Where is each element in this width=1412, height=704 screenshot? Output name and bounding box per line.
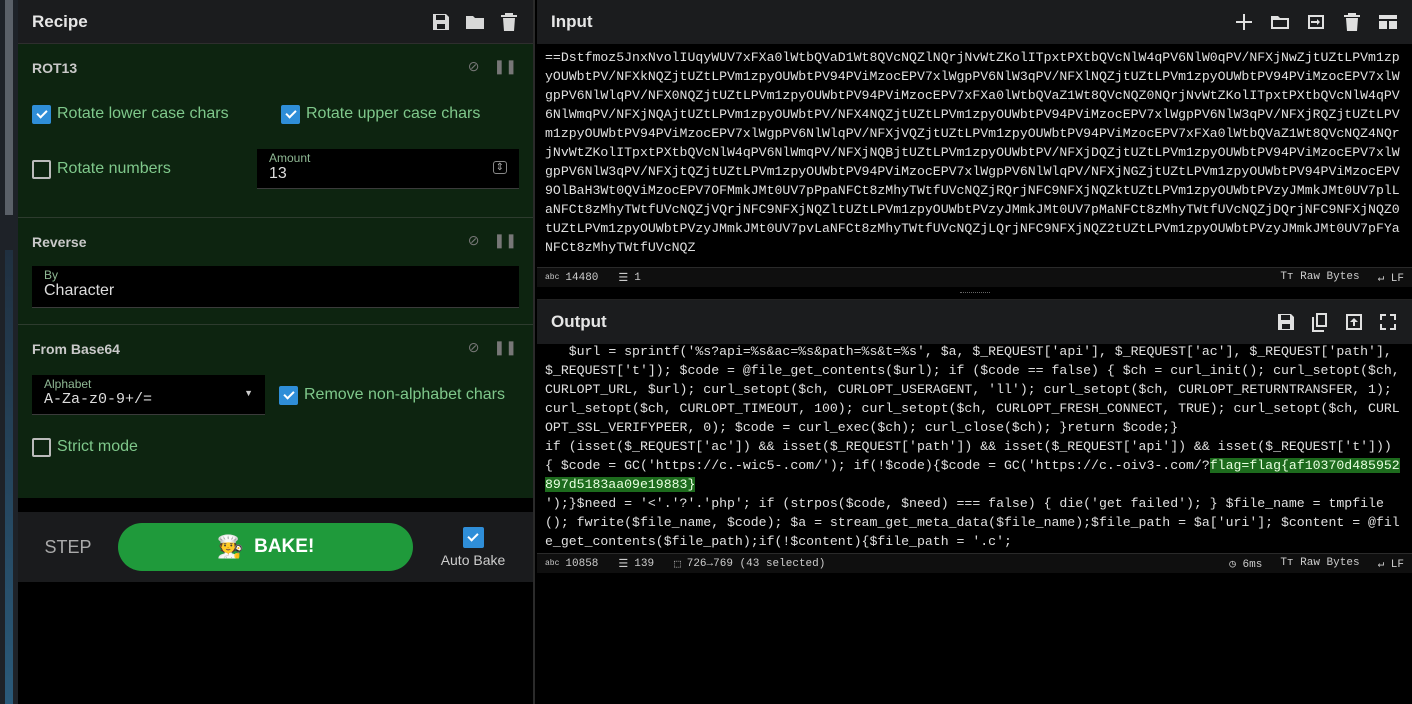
selection-indicator: ⬚ 726→769 (43 selected) (674, 557, 826, 571)
eol-toggle[interactable]: ↵ LF (1378, 271, 1404, 285)
lines-icon: ☰ (618, 558, 629, 571)
checkbox-checked-icon[interactable] (462, 526, 484, 548)
recipe-panel: Recipe ROT13 ⊘ ❚❚ Rotate lower case char… (18, 0, 535, 704)
output-title: Output (551, 312, 607, 331)
length-indicator: abc 14480 (545, 271, 599, 284)
breakpoint-icon[interactable]: ❚❚ (494, 232, 517, 249)
checkbox-label: Rotate upper case chars (306, 105, 481, 122)
by-select[interactable]: By Character (32, 266, 519, 308)
field-label: Amount (269, 151, 311, 165)
lines-indicator: ☰ 139 (618, 557, 655, 571)
output-text: ');}$need = '<'.'?'.'php'; if (strpos($c… (545, 496, 1400, 549)
output-textarea[interactable]: $url = sprintf('%s?api=%s&ac=%s&path=%s&… (537, 338, 1412, 553)
op-title: From Base64 (32, 341, 120, 357)
op-title: Reverse (32, 234, 87, 250)
trash-icon[interactable] (499, 12, 519, 32)
bake-button[interactable]: 🧑‍🍳 BAKE! (118, 523, 413, 571)
input-header: Input (537, 0, 1412, 44)
step-button[interactable]: STEP (18, 537, 118, 558)
recipe-operations: ROT13 ⊘ ❚❚ Rotate lower case chars Rotat… (18, 44, 533, 498)
checkbox-checked-icon[interactable] (281, 104, 300, 124)
op-rot13[interactable]: ROT13 ⊘ ❚❚ Rotate lower case chars Rotat… (18, 44, 533, 218)
checkbox-label: Strict mode (57, 438, 138, 455)
left-scrollbar[interactable] (0, 0, 18, 704)
bake-label: BAKE! (254, 536, 315, 557)
op-reverse[interactable]: Reverse ⊘ ❚❚ By Character (18, 218, 533, 325)
rotate-upper-checkbox[interactable]: Rotate upper case chars (281, 104, 481, 124)
amount-field[interactable]: Amount 13 ⇕ (257, 149, 519, 189)
eol-icon: ↵ (1377, 558, 1385, 571)
rotate-lower-checkbox[interactable]: Rotate lower case chars (32, 104, 281, 124)
checkbox-checked-icon[interactable] (32, 104, 51, 124)
checkbox-label: Rotate lower case chars (57, 105, 229, 122)
save-icon[interactable] (1276, 312, 1296, 332)
recipe-title: Recipe (32, 11, 88, 31)
trash-icon[interactable] (1342, 12, 1362, 32)
checkbox-unchecked-icon[interactable] (32, 159, 51, 179)
replace-input-icon[interactable] (1344, 312, 1364, 332)
abc-icon: abc (545, 559, 560, 568)
maximize-icon[interactable] (1378, 312, 1398, 332)
save-icon[interactable] (431, 12, 451, 32)
bake-time: ◷ 6ms (1229, 558, 1263, 571)
amount-input[interactable]: 13 (269, 165, 507, 183)
abc-icon: abc (545, 273, 560, 282)
output-status-bar: abc 10858 ☰ 139 ⬚ 726→769 (43 selected) ◷ 6… (537, 553, 1412, 573)
dropdown-caret-icon[interactable]: ▼ (244, 388, 253, 398)
field-label: Alphabet (44, 377, 92, 391)
selection-icon: ⬚ (674, 558, 681, 571)
folder-icon[interactable] (1270, 12, 1290, 32)
output-text: $url = sprintf('%s?api=%s&ac=%s&path=%s&… (545, 344, 1400, 473)
bake-bar: STEP 🧑‍🍳 BAKE! Auto Bake (18, 512, 533, 582)
spinner-icon[interactable]: ⇕ (492, 161, 507, 174)
input-title: Input (551, 12, 593, 31)
io-panel: Input ==Dstfmoz5JnxNvolIUqyWUV7xFXa0lWtb… (537, 0, 1412, 704)
strict-mode-checkbox[interactable]: Strict mode (32, 437, 138, 457)
layout-icon[interactable] (1378, 12, 1398, 32)
breakpoint-icon[interactable]: ❚❚ (494, 339, 517, 356)
checkbox-checked-icon[interactable] (279, 385, 298, 405)
length-indicator: abc 10858 (545, 557, 599, 570)
copy-icon[interactable] (1310, 312, 1330, 332)
lines-icon: ☰ (618, 272, 629, 285)
eol-icon: ↵ (1377, 272, 1385, 285)
scroll-thumb[interactable] (5, 0, 13, 215)
cyberchef-app: Recipe ROT13 ⊘ ❚❚ Rotate lower case char… (0, 0, 1412, 704)
op-title: ROT13 (32, 60, 78, 76)
field-label: By (44, 268, 59, 282)
drag-handle-icon[interactable] (959, 292, 990, 294)
checkbox-unchecked-icon[interactable] (32, 437, 51, 457)
input-textarea[interactable]: ==Dstfmoz5JnxNvolIUqyWUV7xFXa0lWtbQVaD1W… (537, 44, 1412, 267)
disable-icon[interactable]: ⊘ (468, 339, 480, 356)
raw-bytes-toggle[interactable]: Tт Raw Bytes (1280, 557, 1359, 571)
checkbox-label: Rotate numbers (57, 160, 171, 177)
recipe-header: Recipe (18, 0, 533, 44)
add-tab-icon[interactable] (1234, 12, 1254, 32)
input-status-bar: abc 14480 ☰ 1 Tт Raw Bytes ↵ LF (537, 267, 1412, 287)
breakpoint-icon[interactable]: ❚❚ (494, 58, 517, 75)
by-value: Character (44, 282, 115, 299)
text-format-icon: Tт (1280, 556, 1294, 569)
auto-bake-label: Auto Bake (440, 551, 506, 568)
remove-non-alphabet-checkbox[interactable]: Remove non-alphabet chars (279, 385, 506, 405)
disable-icon[interactable]: ⊘ (468, 232, 480, 249)
auto-bake-toggle[interactable]: Auto Bake (413, 526, 533, 568)
alphabet-select[interactable]: Alphabet A-Za-z0-9+/= ▼ (32, 375, 265, 415)
chef-icon: 🧑‍🍳 (216, 534, 245, 559)
disable-icon[interactable]: ⊘ (468, 58, 480, 75)
op-from-base64[interactable]: From Base64 ⊘ ❚❚ Alphabet A-Za-z0-9+/= ▼… (18, 325, 533, 498)
alphabet-value: A-Za-z0-9+/= (44, 391, 153, 408)
eol-toggle[interactable]: ↵ LF (1378, 557, 1404, 571)
rotate-numbers-checkbox[interactable]: Rotate numbers (32, 159, 257, 179)
text-format-icon: Tт (1280, 270, 1294, 283)
folder-icon[interactable] (465, 12, 485, 32)
panel-divider[interactable] (537, 287, 1412, 300)
checkbox-label: Remove non-alphabet chars (304, 386, 506, 403)
open-file-icon[interactable] (1306, 12, 1326, 32)
clock-icon: ◷ (1229, 558, 1236, 571)
lines-indicator: ☰ 1 (618, 271, 641, 285)
scroll-track (5, 250, 13, 704)
raw-bytes-toggle[interactable]: Tт Raw Bytes (1280, 271, 1359, 285)
